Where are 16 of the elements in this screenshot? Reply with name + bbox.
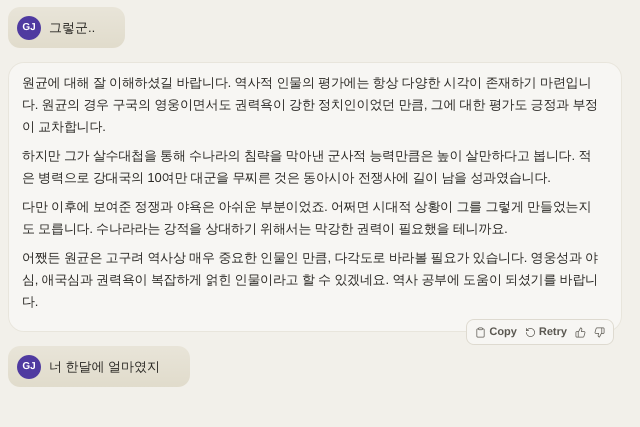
response-paragraph: 어쨌든 원균은 고구려 역사상 매우 중요한 인물인 만큼, 다각도로 바라볼 필요가 있습니다. 영웅성과 야심, 애국심과 권력욕이 복잡하게 얽힌 인물이라고 할 수 있겠네요. 역사 공부에 도움이 되셨기를 바랍니다. [22,249,599,311]
response-paragraph: 하지만 그가 살수대첩을 통해 수나라의 침략을 막아낸 군사적 능력만큼은 높이 살만하다고 봅니다. 적은 병력으로 강대국의 10여만 대군을 무찌른 것은 동아시아 전쟁사에 길이 남을 성과였습니다. [22,147,592,187]
thumbs-up-icon [575,326,586,338]
thumbs-down-button[interactable] [594,326,605,338]
response-paragraph: 원균에 대해 잘 이해하셨길 바랍니다. 역사적 인물의 평가에는 항상 다양한 시각이 존재하기 마련입니다. 원균의 경우 구국의 영웅이면서도 권력욕이 강한 정치인이었던 만큼, 그에 대한 평가도 긍정과 부정이 교차합니다. [22,74,599,136]
response-paragraph: 다만 이후에 보여준 정쟁과 야욕은 아쉬운 부분이었죠. 어쩌면 시대적 상황이 그를 그렇게 만들었는지도 모릅니다. 수나라라는 강적을 상대하기 위해서는 막강한 권력이 필요했을 테니까요. [22,198,592,238]
retry-button[interactable]: Retry [524,324,567,340]
clipboard-icon [475,326,486,338]
thumbs-up-button[interactable] [575,326,586,338]
user-avatar: GJ [17,354,41,378]
copy-button[interactable]: Copy [475,324,517,340]
user-avatar: GJ [17,16,41,40]
message-text: 그렇군.. [49,18,96,37]
thumbs-down-icon [594,326,605,338]
retry-icon [524,326,536,338]
message-text: 너 한달에 얼마였지 [49,358,160,376]
